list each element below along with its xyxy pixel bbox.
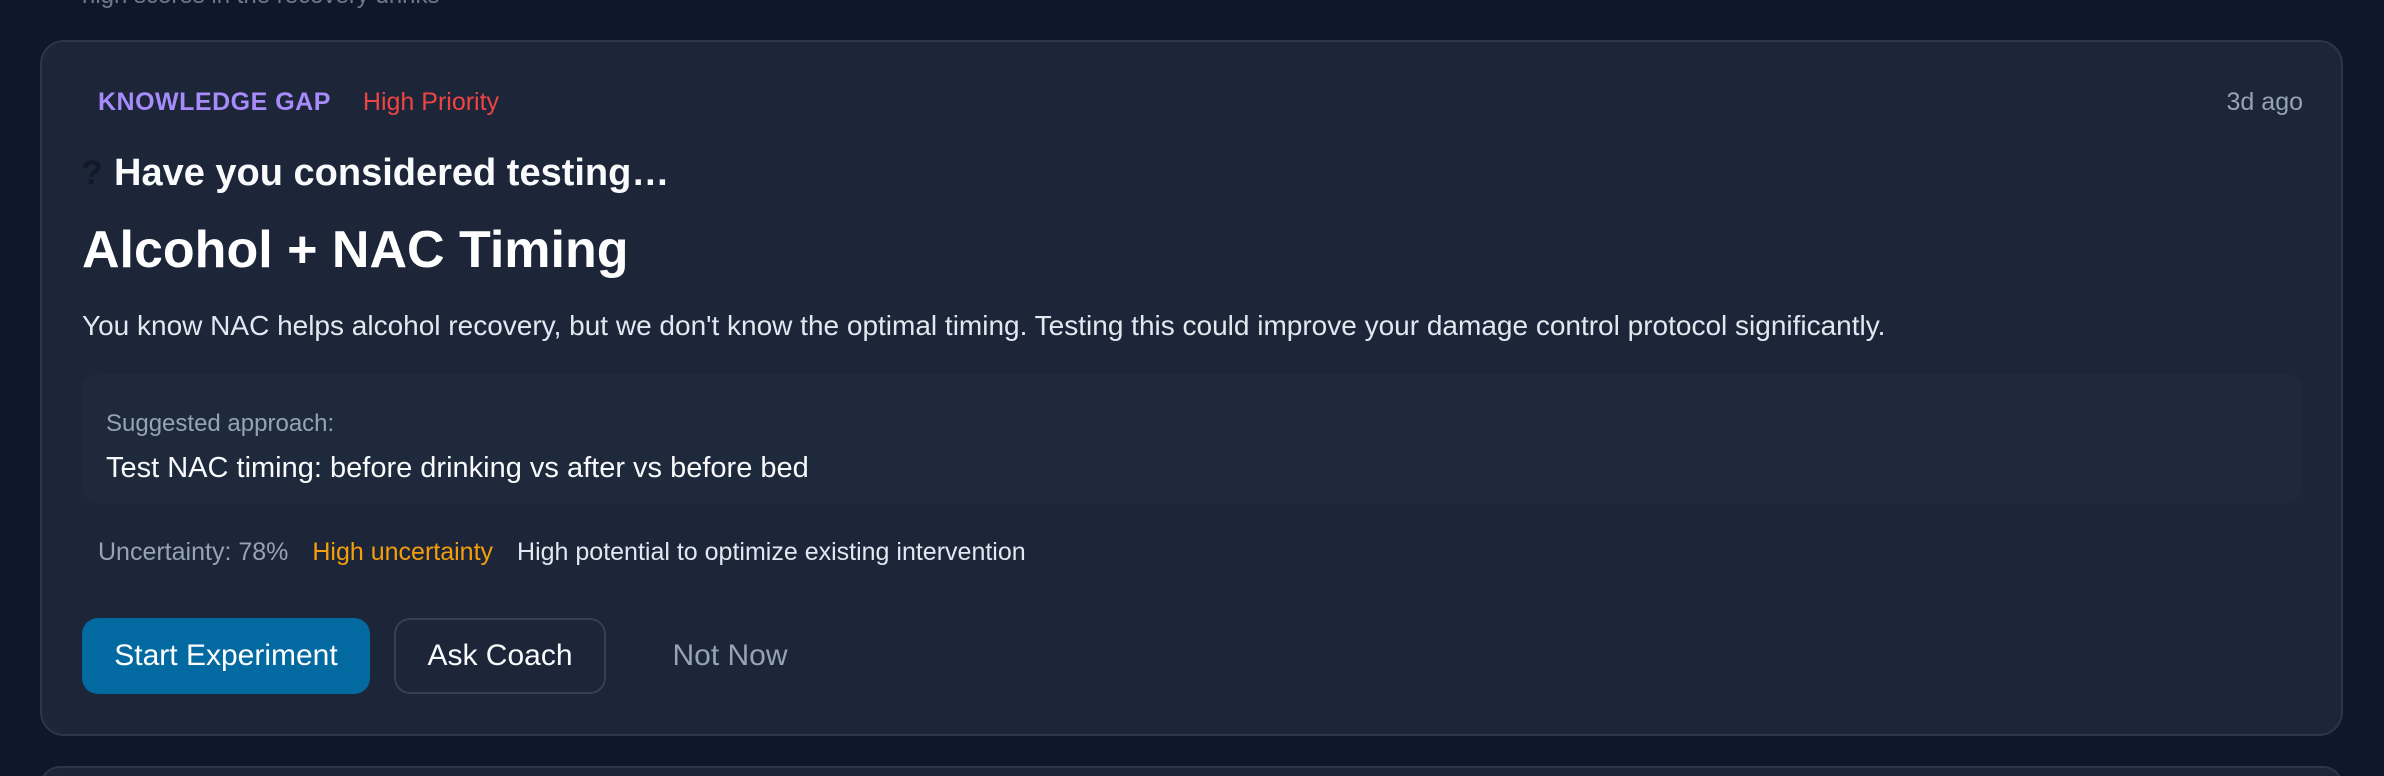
card-title: Alcohol + NAC Timing <box>82 221 629 279</box>
uncertainty-level: High uncertainty <box>312 538 494 566</box>
ask-coach-button[interactable]: Ask Coach <box>394 618 606 694</box>
card-description: You know NAC helps alcohol recovery, but… <box>82 310 1886 341</box>
card-actions: Start Experiment Ask Coach Not Now <box>82 618 830 694</box>
question-icon: ? <box>81 154 103 192</box>
start-experiment-button[interactable]: Start Experiment <box>82 618 370 694</box>
approach-text: Test NAC timing: before drinking vs afte… <box>106 452 809 484</box>
not-now-button[interactable]: Not Now <box>630 618 830 694</box>
stats-row: Uncertainty: 78% High uncertainty High p… <box>98 538 1026 567</box>
next-card <box>40 766 2343 776</box>
approach-label: Suggested approach: <box>106 410 335 437</box>
potential-note: High potential to optimize existing inte… <box>517 538 1026 566</box>
previous-card-text: high scores in the recovery drinks <box>82 0 440 10</box>
prompt-text: Have you considered testing… <box>114 152 670 194</box>
suggested-approach-box: Suggested approach: Test NAC timing: bef… <box>82 374 2302 504</box>
knowledge-gap-card: KNOWLEDGE GAP High Priority 3d ago ? Hav… <box>40 40 2343 736</box>
priority-badge: High Priority <box>362 88 500 116</box>
page: high scores in the recovery drinks KNOWL… <box>0 0 2384 776</box>
prompt-row: ? Have you considered testing… <box>80 152 670 195</box>
card-meta: KNOWLEDGE GAP High Priority <box>98 88 499 117</box>
uncertainty-value: Uncertainty: 78% <box>98 538 289 566</box>
category-label: KNOWLEDGE GAP <box>98 88 331 116</box>
timestamp: 3d ago <box>2226 88 2303 116</box>
